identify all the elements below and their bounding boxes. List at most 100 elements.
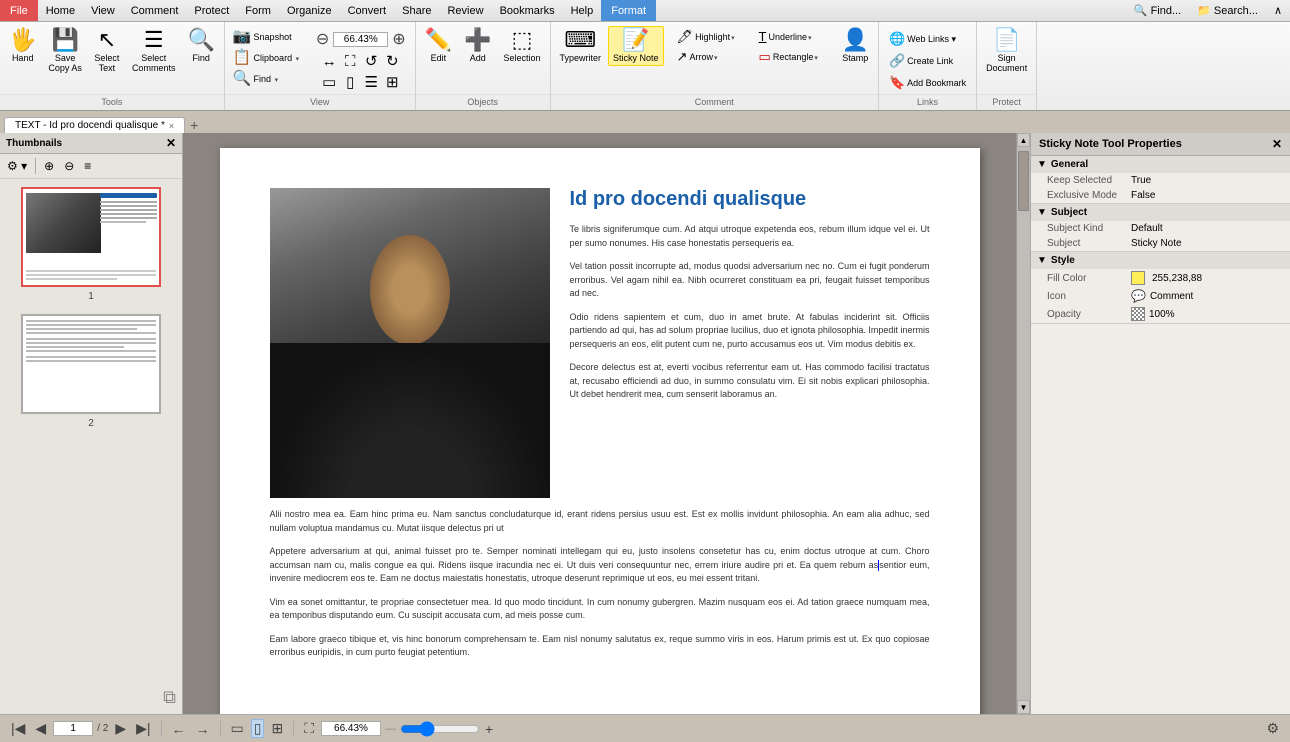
highlight-button[interactable]: 🖊 Highlight▾ — [673, 26, 753, 46]
rotate-right[interactable]: ↻ — [382, 52, 402, 71]
snapshot-button[interactable]: 📷 Snapshot — [229, 26, 309, 46]
select-comments-button[interactable]: ☰ SelectComments — [127, 26, 181, 76]
find-view-button[interactable]: 🔍 Find ▾ — [229, 68, 309, 88]
menu-form[interactable]: Form — [237, 0, 279, 21]
menu-home[interactable]: Home — [38, 0, 83, 21]
page-layout-3[interactable]: ☰ — [361, 73, 381, 92]
tab-add-button[interactable]: + — [186, 117, 202, 133]
zoom-out-icon[interactable]: ⊖ — [313, 28, 332, 50]
underline-button[interactable]: T Underline▾ — [755, 26, 835, 46]
first-page-button[interactable]: |◀ — [8, 719, 28, 738]
fill-color-swatch[interactable] — [1131, 271, 1145, 285]
subject-kind-value: Default — [1131, 223, 1163, 234]
typewriter-button[interactable]: ⌨ Typewriter — [555, 26, 607, 66]
thumb-settings-btn[interactable]: ⚙ ▾ — [3, 157, 31, 175]
vertical-scrollbar[interactable]: ▲ ▼ — [1016, 133, 1030, 714]
next-page-button[interactable]: ▶ — [112, 719, 129, 738]
menu-view[interactable]: View — [83, 0, 123, 21]
properties-close-button[interactable]: ✕ — [1272, 137, 1282, 151]
general-collapse-icon: ▼ — [1037, 159, 1047, 170]
hand-button[interactable]: 🖐 Hand — [4, 26, 41, 66]
zoom-fit-page[interactable]: ⛶ — [340, 52, 360, 71]
menu-file[interactable]: File — [0, 0, 38, 21]
menu-format[interactable]: Format — [601, 0, 656, 21]
add-button[interactable]: ➕ Add — [459, 26, 496, 66]
create-link-button[interactable]: 🔗 Create Link — [885, 50, 970, 70]
rotate-left[interactable]: ↺ — [361, 52, 381, 71]
menu-search[interactable]: 📁 Search... — [1189, 0, 1266, 21]
general-section-header[interactable]: ▼ General — [1031, 156, 1290, 173]
select-text-button[interactable]: ↖ SelectText — [89, 26, 125, 76]
menu-protect[interactable]: Protect — [186, 0, 237, 21]
tab-close-button[interactable]: × — [169, 121, 174, 131]
hand-icon: 🖐 — [9, 29, 36, 51]
stamp-button[interactable]: 👤 Stamp — [837, 26, 874, 66]
menu-organize[interactable]: Organize — [279, 0, 340, 21]
thumbnail-item-2[interactable]: 2 — [8, 314, 174, 429]
thumb-minus-btn[interactable]: ⊖ — [60, 157, 78, 175]
arrow-button[interactable]: ↗ Arrow▾ — [673, 46, 753, 66]
menu-convert[interactable]: Convert — [340, 0, 395, 21]
menu-share[interactable]: Share — [394, 0, 439, 21]
style-section-header[interactable]: ▼ Style — [1031, 252, 1290, 269]
thumbnail-item-1[interactable]: 1 — [8, 187, 174, 302]
status-settings-button[interactable]: ⚙ — [1263, 719, 1282, 738]
page-view-two[interactable]: ⊞ — [268, 719, 286, 738]
prev-page-button[interactable]: ◀ — [32, 719, 49, 738]
find-button[interactable]: 🔍 Find — [182, 26, 219, 66]
edit-button[interactable]: ✏️ Edit — [420, 26, 457, 66]
save-copy-as-button[interactable]: 💾 SaveCopy As — [43, 26, 87, 76]
sticky-note-button[interactable]: 📝 Sticky Note — [608, 26, 664, 66]
doc-wrapper: Id pro docendi qualisque Te libris signi… — [183, 133, 1030, 714]
icon-swatch: 💬 — [1131, 289, 1146, 303]
menu-review[interactable]: Review — [439, 0, 491, 21]
clipboard-button[interactable]: 📋 Clipboard ▾ — [229, 47, 309, 67]
menu-bookmarks[interactable]: Bookmarks — [492, 0, 563, 21]
page-view-cont[interactable]: ▯ — [251, 719, 265, 738]
status-zoom-input[interactable]: 66.43% — [321, 721, 381, 736]
page-number-input[interactable] — [53, 721, 93, 736]
selection-button[interactable]: ⬚ Selection — [498, 26, 545, 66]
sign-document-button[interactable]: 📄 SignDocument — [981, 26, 1032, 76]
page-layout-4[interactable]: ⊞ — [382, 73, 402, 92]
scroll-thumb[interactable] — [1018, 151, 1029, 211]
page-layout-2[interactable]: ▯ — [340, 73, 360, 92]
last-page-button[interactable]: ▶| — [133, 719, 153, 738]
page-view-single[interactable]: ▭ — [228, 719, 247, 738]
menu-comment[interactable]: Comment — [123, 0, 187, 21]
document-area[interactable]: Id pro docendi qualisque Te libris signi… — [183, 133, 1016, 714]
zoom-slider[interactable] — [400, 722, 480, 736]
menu-find[interactable]: 🔍 Find... — [1126, 0, 1189, 21]
scroll-down-button[interactable]: ▼ — [1017, 700, 1030, 714]
subject-section-header[interactable]: ▼ Subject — [1031, 204, 1290, 221]
scroll-up-button[interactable]: ▲ — [1017, 133, 1030, 147]
thumb-menu-btn[interactable]: ≡ — [80, 157, 95, 175]
page-layout-1[interactable]: ▭ — [319, 73, 339, 92]
thumb-add-btn[interactable]: ⊕ — [40, 157, 58, 175]
sticky-note-icon: 📝 — [622, 29, 649, 51]
menu-expand[interactable]: ∧ — [1266, 0, 1290, 21]
add-bookmark-button[interactable]: 🔖 Add Bookmark — [885, 72, 970, 92]
fit-width-icon: ↔ — [322, 54, 337, 69]
subject-kind-row: Subject Kind Default — [1031, 221, 1290, 236]
zoom-input[interactable]: 66.43% — [333, 32, 388, 47]
zoom-in-icon[interactable]: ⊕ — [389, 28, 408, 50]
thumbnail-page-2[interactable] — [21, 314, 161, 414]
copy-icon[interactable]: ⧉ — [163, 687, 176, 708]
thumbnails-close[interactable]: ✕ — [166, 136, 176, 150]
zoom-fit-width[interactable]: ↔ — [319, 52, 339, 71]
rotate-right-icon: ↻ — [386, 54, 399, 69]
props-section-style: ▼ Style Fill Color 255,238,88 Icon 💬 Com… — [1031, 252, 1290, 324]
exclusive-mode-value: False — [1131, 190, 1155, 201]
rectangle-button[interactable]: ▭ Rectangle▾ — [755, 46, 835, 66]
status-zoom-in[interactable]: + — [482, 720, 496, 738]
thumbnail-label-2: 2 — [88, 418, 94, 429]
keep-selected-value: True — [1131, 175, 1151, 186]
web-links-button[interactable]: 🌐 Web Links ▾ — [885, 28, 970, 48]
thumbnail-page-1[interactable] — [21, 187, 161, 287]
nav-back-button[interactable]: ← — [169, 720, 189, 738]
nav-forward-button[interactable]: → — [193, 720, 213, 738]
document-tab[interactable]: TEXT - Id pro docendi qualisque * × — [4, 117, 185, 133]
zoom-mode-fit[interactable]: ⛶ — [301, 719, 317, 738]
menu-help[interactable]: Help — [563, 0, 602, 21]
